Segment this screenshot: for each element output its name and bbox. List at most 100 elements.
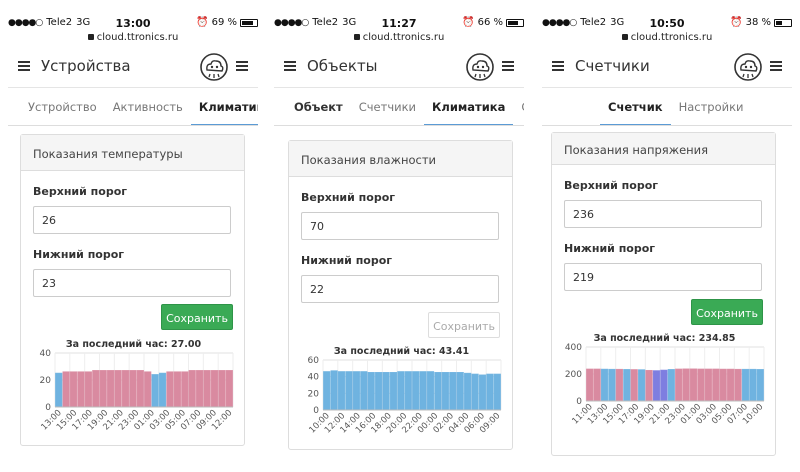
- bar: [210, 370, 219, 408]
- battery-percent: 66 %: [477, 17, 503, 28]
- tab-meter[interactable]: Счетчик: [600, 88, 671, 125]
- y-tick-label: 60: [308, 356, 320, 366]
- bar: [188, 370, 196, 408]
- lower-threshold-input[interactable]: 219: [564, 263, 762, 291]
- save-button[interactable]: Сохранить: [161, 304, 233, 330]
- menu-right-icon[interactable]: [236, 61, 248, 71]
- bar: [630, 369, 638, 402]
- bar: [151, 374, 159, 408]
- upper-threshold-input[interactable]: 26: [33, 206, 231, 234]
- bar: [323, 371, 331, 411]
- tab-meters[interactable]: Счетчики: [351, 88, 424, 125]
- tab-signals[interactable]: Сигна: [513, 88, 524, 125]
- menu-right-icon[interactable]: [502, 61, 514, 71]
- cloud-logo-icon[interactable]: [466, 53, 494, 81]
- bar: [107, 370, 115, 408]
- bar: [397, 371, 405, 411]
- app-header: Счетчики: [542, 46, 792, 88]
- y-tick-label: 20: [40, 376, 52, 386]
- bar: [158, 372, 167, 408]
- bar: [84, 371, 92, 408]
- bar: [493, 373, 501, 411]
- bar: [719, 368, 727, 402]
- bar: [645, 369, 653, 402]
- bar: [166, 371, 174, 408]
- bar: [114, 370, 122, 408]
- bar: [660, 369, 668, 402]
- temperature-chart: 0204013:0015:0017:0019:0021:0023:0001:00…: [39, 349, 234, 432]
- battery-icon: [240, 18, 258, 27]
- tab-climate[interactable]: Климатика: [424, 88, 514, 125]
- upper-threshold-input[interactable]: 236: [564, 200, 762, 228]
- y-tick-label: 20: [308, 389, 320, 399]
- url-text: cloud.ttronics.ru: [630, 32, 713, 43]
- upper-threshold-input[interactable]: 70: [301, 212, 499, 240]
- bar: [121, 370, 130, 408]
- bar: [345, 371, 353, 411]
- url-text: cloud.ttronics.ru: [96, 32, 179, 43]
- bar: [330, 370, 338, 411]
- bar: [749, 368, 757, 402]
- address-bar[interactable]: cloud.ttronics.ru: [542, 32, 792, 46]
- menu-icon[interactable]: [18, 61, 30, 71]
- page-title: Устройства: [41, 57, 131, 75]
- tab-climate[interactable]: Климатика: [190, 88, 258, 125]
- lock-icon: [353, 34, 360, 40]
- bar: [375, 372, 383, 411]
- card-title: Показания напряжения: [552, 133, 775, 165]
- phone-screen-1: ●●●●○ Tele2 3G 13:00 ⏰ 69 % cloud.ttroni…: [8, 14, 258, 472]
- menu-right-icon[interactable]: [770, 61, 782, 71]
- bar: [615, 368, 623, 402]
- battery-percent: 69 %: [211, 17, 237, 28]
- status-bar: ●●●●○ Tele2 3G 11:27 ⏰ 66 %: [274, 14, 524, 32]
- cloud-logo-icon[interactable]: [200, 53, 228, 81]
- humidity-chart: 020406010:0012:0014:0016:0018:0020:0022:…: [307, 356, 502, 435]
- bar: [69, 371, 78, 408]
- menu-icon[interactable]: [552, 61, 564, 71]
- lock-icon: [87, 34, 94, 40]
- bar: [92, 370, 100, 408]
- phone-screen-2: ●●●●○ Tele2 3G 11:27 ⏰ 66 % cloud.ttroni…: [274, 14, 524, 472]
- menu-icon[interactable]: [284, 61, 296, 71]
- bar: [734, 368, 742, 402]
- voltage-chart: 020040011:0013:0015:0017:0019:0021:0023:…: [565, 343, 766, 426]
- tab-bar: Счетчик Настройки: [542, 88, 792, 126]
- lower-threshold-input[interactable]: 23: [33, 269, 231, 297]
- tab-device[interactable]: Устройство: [20, 88, 105, 125]
- page-title: Счетчики: [575, 57, 650, 75]
- tab-object[interactable]: Объект: [286, 88, 351, 125]
- save-button[interactable]: Сохранить: [428, 312, 500, 338]
- tab-activity[interactable]: Активность: [105, 88, 191, 125]
- address-bar[interactable]: cloud.ttronics.ru: [274, 32, 524, 46]
- bar: [456, 372, 464, 411]
- phone-screen-3: ●●●●○ Tele2 3G 10:50 ⏰ 38 % cloud.ttroni…: [542, 14, 792, 472]
- voltage-card: Показания напряжения Верхний порог 236 Н…: [551, 132, 776, 456]
- bar: [449, 372, 457, 411]
- bar: [623, 369, 631, 402]
- lock-icon: [621, 34, 628, 40]
- bar: [55, 372, 63, 408]
- upper-threshold-label: Верхний порог: [33, 185, 127, 198]
- battery-percent: 38 %: [745, 17, 771, 28]
- bar: [136, 370, 144, 408]
- upper-threshold-label: Верхний порог: [564, 179, 658, 192]
- bar: [638, 369, 646, 402]
- temperature-card: Показания температуры Верхний порог 26 Н…: [20, 134, 245, 446]
- y-tick-label: 40: [40, 349, 52, 359]
- bar: [426, 371, 435, 411]
- lower-threshold-input[interactable]: 22: [301, 275, 499, 303]
- bar: [441, 372, 449, 411]
- tab-bar: Устройство Активность Климатика: [8, 88, 258, 126]
- tab-settings[interactable]: Настройки: [671, 88, 752, 125]
- address-bar[interactable]: cloud.ttronics.ru: [8, 32, 258, 46]
- lower-threshold-label: Нижний порог: [564, 242, 656, 255]
- y-tick-label: 40: [308, 373, 320, 383]
- y-tick-label: 0: [313, 406, 319, 416]
- bar: [704, 368, 712, 402]
- bar: [203, 370, 211, 408]
- page-title: Объекты: [307, 57, 378, 75]
- save-button[interactable]: Сохранить: [691, 299, 763, 325]
- cloud-logo-icon[interactable]: [734, 53, 762, 81]
- bar: [196, 370, 204, 408]
- bar: [419, 371, 427, 411]
